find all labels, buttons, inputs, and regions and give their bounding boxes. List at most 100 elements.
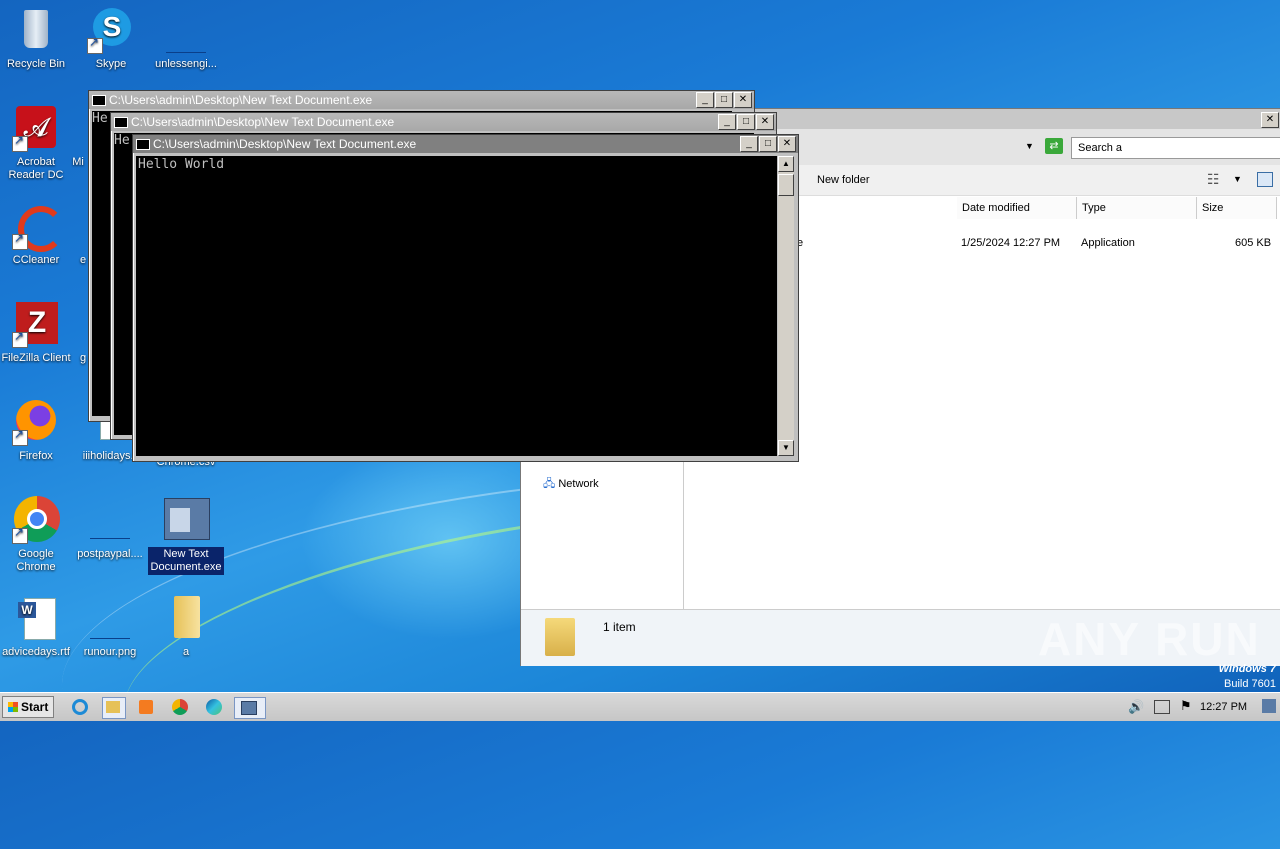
view-options-icon[interactable]: ☷ xyxy=(1207,171,1220,188)
console-output[interactable]: Hello World xyxy=(136,156,777,456)
application-icon xyxy=(162,496,210,544)
file-icon xyxy=(162,6,210,54)
close-button[interactable]: ✕ xyxy=(734,92,752,108)
window-title: C:\Users\admin\Desktop\New Text Document… xyxy=(109,93,373,107)
ccleaner-icon xyxy=(12,202,64,252)
close-button[interactable]: ✕ xyxy=(778,136,796,152)
nav-item-network[interactable]: 🖧 Network xyxy=(543,475,599,494)
console-window-3[interactable]: C:\Users\admin\Desktop\New Text Document… xyxy=(132,134,799,462)
close-icon[interactable]: ✕ xyxy=(1261,112,1279,128)
chrome-taskbar-icon[interactable] xyxy=(170,697,192,717)
column-size[interactable]: Size xyxy=(1197,197,1277,219)
taskbar: Start 🔊 ⚑ 12:27 PM xyxy=(0,692,1280,721)
desktop-icon-firefox[interactable]: Firefox xyxy=(0,398,74,464)
desktop-icon-skype[interactable]: S Skype xyxy=(73,6,149,72)
folder-icon xyxy=(162,594,210,642)
skype-icon: S xyxy=(87,6,135,54)
column-type[interactable]: Type xyxy=(1077,197,1197,219)
console-icon xyxy=(114,117,128,128)
desktop-icon-recycle-bin[interactable]: Recycle Bin xyxy=(0,6,74,72)
console-titlebar[interactable]: C:\Users\admin\Desktop\New Text Document… xyxy=(89,91,754,109)
vertical-scrollbar[interactable]: ▲ ▼ xyxy=(778,156,794,456)
desktop-icon-unlessengi[interactable]: unlessengi... xyxy=(148,6,224,72)
file-size: 605 KB xyxy=(1235,237,1272,249)
minimize-button[interactable]: _ xyxy=(718,114,736,130)
start-button[interactable]: Start xyxy=(2,696,54,718)
desktop-icon-advicedays[interactable]: W advicedays.rtf xyxy=(0,594,74,660)
desktop-icon-ccleaner[interactable]: CCleaner xyxy=(0,202,74,268)
volume-icon[interactable]: 🔊 xyxy=(1128,699,1144,715)
show-desktop-icon[interactable] xyxy=(1262,699,1276,713)
desktop-icon-filezilla[interactable]: Z FileZilla Client xyxy=(0,300,74,366)
word-document-icon: W xyxy=(12,594,60,642)
windows-branding: Windows 7 Build 7601 xyxy=(1200,662,1276,692)
item-count: 1 item xyxy=(603,620,636,634)
desktop-icon-google-chrome[interactable]: Google Chrome xyxy=(0,496,74,575)
maximize-button[interactable]: □ xyxy=(759,136,777,152)
file-icon xyxy=(86,496,134,544)
firefox-icon xyxy=(12,398,60,446)
icon-label: postpaypal.... xyxy=(77,548,143,560)
console-titlebar[interactable]: C:\Users\admin\Desktop\New Text Document… xyxy=(133,135,798,153)
edge-icon[interactable] xyxy=(204,697,226,717)
explorer-taskbar-icon[interactable] xyxy=(102,697,126,719)
media-player-icon[interactable] xyxy=(136,697,158,717)
file-date: 1/25/2024 12:27 PM xyxy=(961,237,1061,249)
scroll-thumb[interactable] xyxy=(778,174,794,196)
icon-label: CCleaner xyxy=(12,254,60,266)
desktop-icon-runour[interactable]: runour.png xyxy=(72,594,148,660)
maximize-button[interactable]: □ xyxy=(737,114,755,130)
recycle-bin-icon xyxy=(12,6,60,54)
scroll-down-arrow-icon[interactable]: ▼ xyxy=(778,440,794,456)
clock[interactable]: 12:27 PM xyxy=(1200,701,1247,713)
refresh-icon[interactable]: ⇄ xyxy=(1045,138,1063,154)
network-tray-icon[interactable] xyxy=(1154,700,1170,714)
chrome-icon xyxy=(12,496,60,544)
column-date-modified[interactable]: Date modified xyxy=(957,197,1077,219)
nav-network-label: Network xyxy=(558,478,599,490)
console-text: He xyxy=(114,133,130,148)
filezilla-icon: Z xyxy=(12,300,60,348)
console-titlebar[interactable]: C:\Users\admin\Desktop\New Text Document… xyxy=(111,113,776,131)
chevron-down-icon[interactable]: ▼ xyxy=(1025,141,1034,151)
icon-label: runour.png xyxy=(83,646,137,658)
maximize-button[interactable]: □ xyxy=(715,92,733,108)
ie-icon[interactable] xyxy=(70,697,92,717)
minimize-button[interactable]: _ xyxy=(740,136,758,152)
new-folder-button[interactable]: New folder xyxy=(817,174,870,186)
desktop-icon-folder-a[interactable]: a xyxy=(148,594,224,660)
anyrun-watermark: ANY RUN xyxy=(1038,613,1261,665)
search-input[interactable]: Search a xyxy=(1071,137,1280,159)
icon-label: FileZilla Client xyxy=(1,352,71,364)
icon-label: Skype xyxy=(95,58,127,70)
acrobat-icon: 𝓐 xyxy=(12,104,60,152)
preview-pane-icon[interactable] xyxy=(1257,172,1273,187)
scroll-up-arrow-icon[interactable]: ▲ xyxy=(778,156,794,172)
network-icon: 🖧 xyxy=(543,478,556,490)
icon-label: Google Chrome xyxy=(16,548,56,573)
desktop-icon-postpaypal[interactable]: postpaypal.... xyxy=(72,496,148,562)
icon-label: Firefox xyxy=(19,450,53,462)
desktop-icon-new-text-document-exe[interactable]: New Text Document.exe xyxy=(148,496,224,575)
windows-logo-icon xyxy=(7,702,18,712)
windows-version: Windows 7 xyxy=(1218,663,1276,675)
file-type: Application xyxy=(1081,237,1135,249)
window-title: C:\Users\admin\Desktop\New Text Document… xyxy=(131,115,395,129)
icon-label: unlessengi... xyxy=(155,58,217,70)
console-icon xyxy=(92,95,106,106)
minimize-button[interactable]: _ xyxy=(696,92,714,108)
action-center-flag-icon[interactable]: ⚑ xyxy=(1180,698,1192,714)
console-icon xyxy=(136,139,150,150)
chevron-down-icon[interactable]: ▼ xyxy=(1233,174,1242,184)
window-title: C:\Users\admin\Desktop\New Text Document… xyxy=(153,137,417,151)
console-text: He xyxy=(92,111,108,126)
icon-label: Recycle Bin xyxy=(6,58,66,70)
start-label: Start xyxy=(21,700,49,714)
console-taskbar-group[interactable] xyxy=(234,697,266,719)
windows-build: Build 7601 xyxy=(1224,678,1276,690)
close-button[interactable]: ✕ xyxy=(756,114,774,130)
image-file-icon xyxy=(86,594,134,642)
icon-label: advicedays.rtf xyxy=(2,646,70,658)
console-text: Hello World xyxy=(138,157,225,172)
icon-label: New Text Document.exe xyxy=(148,547,224,575)
